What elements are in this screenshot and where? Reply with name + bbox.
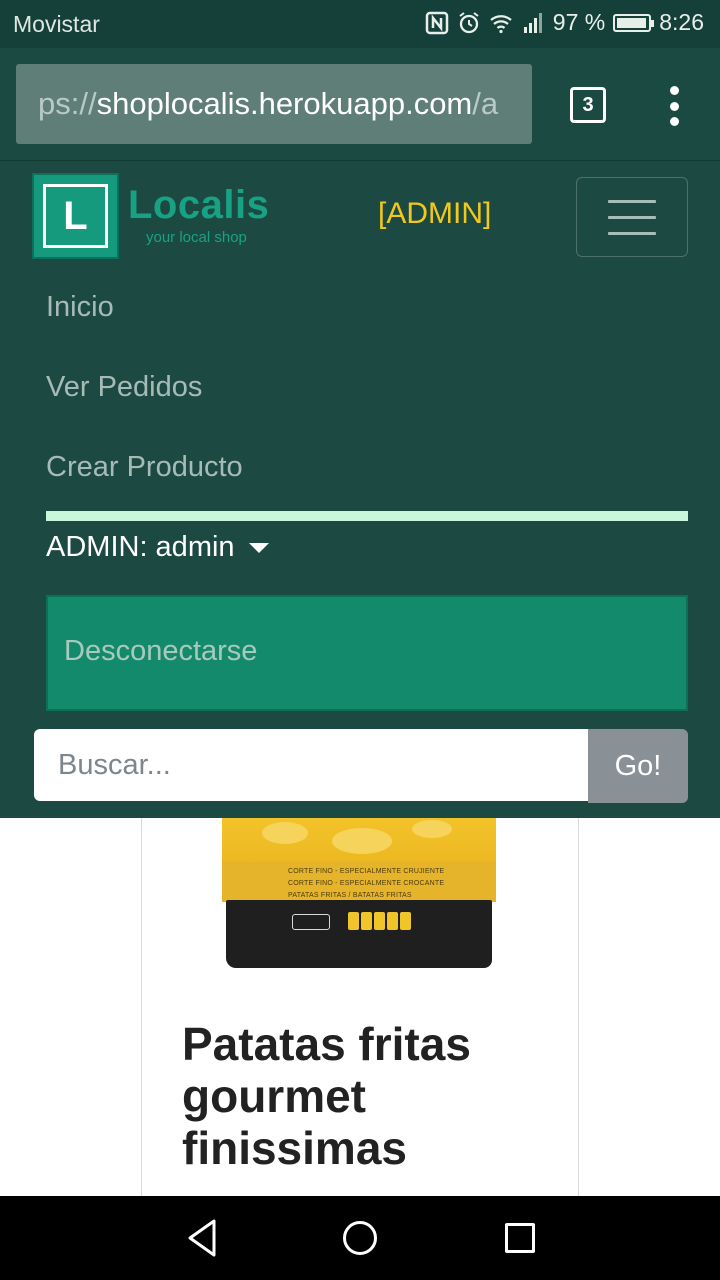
system-nav-bar [0, 1196, 720, 1280]
url-host: shoplocalis.herokuapp.com [96, 86, 473, 121]
home-icon[interactable] [343, 1221, 377, 1255]
user-dropdown-toggle[interactable]: ADMIN: admin [46, 531, 269, 564]
search-form: Go! [34, 729, 688, 803]
logout-label: Desconectarse [64, 635, 258, 667]
nutrition-icons [348, 912, 411, 930]
address-bar[interactable]: ps://shoplocalis.herokuapp.com/a [16, 64, 532, 144]
back-icon[interactable] [186, 1218, 218, 1258]
product-card[interactable]: CORTE FINO - ESPECIALMENTE CRUJIENTE COR… [141, 818, 579, 1196]
product-title[interactable]: Patatas fritas gourmet finissimas [182, 1018, 542, 1174]
logo-tagline: your local shop [146, 229, 247, 246]
caret-down-icon [248, 542, 269, 553]
user-menu-label: ADMIN: admin [46, 531, 235, 563]
signal-icon [523, 12, 542, 33]
product-image: CORTE FINO - ESPECIALMENTE CRUJIENTE COR… [222, 818, 496, 970]
page-content: CORTE FINO - ESPECIALMENTE CRUJIENTE COR… [0, 818, 720, 1196]
alarm-icon [459, 11, 479, 33]
package-line-2: CORTE FINO - ESPECIALMENTE CROCANTE [288, 880, 445, 887]
search-input[interactable] [34, 729, 588, 801]
status-icons: 97 % 8:26 [425, 9, 704, 36]
logo-mark: L [32, 173, 119, 259]
logo-name: Localis [128, 183, 270, 227]
browser-menu-icon[interactable] [664, 86, 684, 126]
logout-menu-item[interactable]: Desconectarse [46, 595, 688, 711]
url-path: /a [472, 86, 499, 121]
site-navbar: L Localis your local shop [ADMIN] Inicio… [0, 160, 720, 818]
package-line-1: CORTE FINO - ESPECIALMENTE CRUJIENTE [288, 868, 445, 875]
browser-toolbar: ps://shoplocalis.herokuapp.com/a 3 [0, 48, 720, 160]
admin-badge: [ADMIN] [378, 197, 492, 230]
logo-letter: L [43, 184, 108, 248]
carrier-name: Movistar [13, 11, 100, 37]
package-bottom [226, 900, 492, 968]
battery-icon [613, 13, 655, 32]
nav-divider [46, 511, 688, 521]
nav-link-ver-pedidos[interactable]: Ver Pedidos [46, 371, 202, 404]
url-scheme: ps:// [38, 86, 97, 121]
clock-time: 8:26 [659, 9, 704, 35]
nfc-icon [425, 11, 449, 34]
nav-link-inicio[interactable]: Inicio [46, 291, 114, 324]
recent-apps-icon[interactable] [505, 1223, 535, 1253]
gluten-free-badge [292, 914, 330, 930]
nav-link-crear-producto[interactable]: Crear Producto [46, 451, 243, 484]
wifi-icon [490, 14, 512, 33]
battery-percent: 97 % [552, 9, 606, 35]
package-line-3: PATATAS FRITAS / BATATAS FRITAS [288, 892, 412, 899]
status-bar: Movistar 97 % 8:26 [0, 0, 720, 48]
package-label: CORTE FINO - ESPECIALMENTE CRUJIENTE COR… [222, 862, 496, 902]
navbar-toggle-button[interactable] [576, 177, 688, 257]
brand-logo[interactable]: L Localis your local shop [32, 173, 272, 261]
search-go-button[interactable]: Go! [588, 729, 688, 803]
tab-switcher-button[interactable]: 3 [570, 87, 606, 123]
battery-level [617, 17, 647, 28]
